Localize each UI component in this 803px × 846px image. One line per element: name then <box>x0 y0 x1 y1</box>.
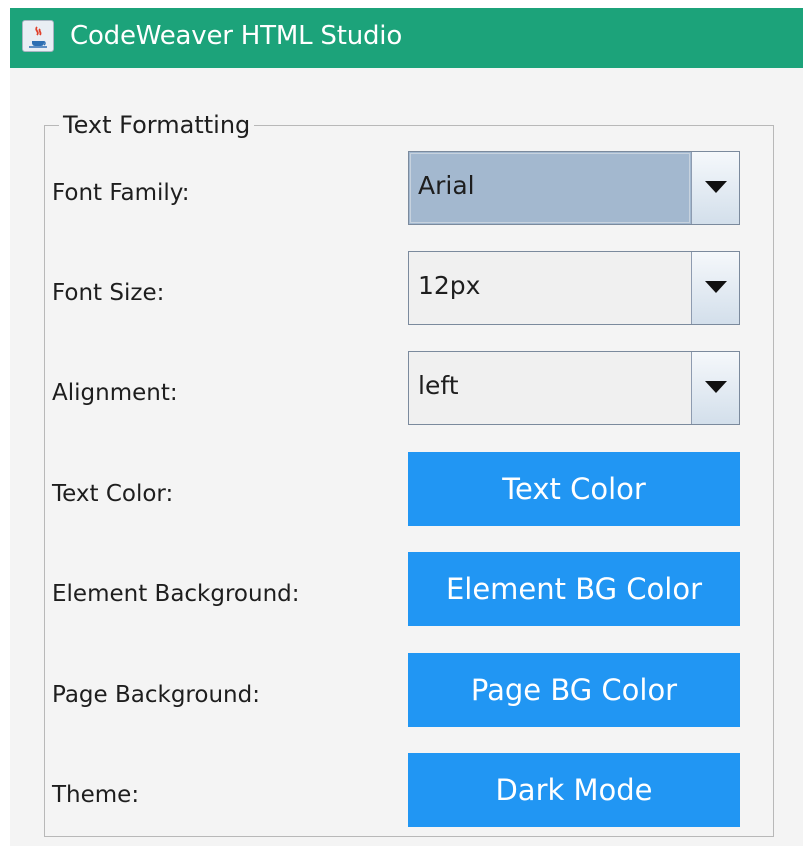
font-size-dropdown-button[interactable] <box>691 252 739 324</box>
font-family-value: Arial <box>418 171 475 200</box>
alignment-dropdown-button[interactable] <box>691 352 739 424</box>
java-coffee-icon[interactable] <box>22 20 54 52</box>
theme-label: Theme: <box>52 782 140 808</box>
window-title: CodeWeaver HTML Studio <box>70 21 403 51</box>
alignment-combo[interactable]: left <box>408 351 740 425</box>
chevron-down-icon <box>705 381 727 393</box>
font-family-combo[interactable]: Arial <box>408 151 740 225</box>
alignment-label: Alignment: <box>52 380 178 406</box>
chevron-down-icon <box>705 181 727 193</box>
alignment-value: left <box>418 371 459 400</box>
app-window: CodeWeaver HTML Studio Text Formatting F… <box>10 8 803 846</box>
element-bg-color-button[interactable]: Element BG Color <box>408 552 740 626</box>
text-color-button[interactable]: Text Color <box>408 452 740 526</box>
font-size-combo[interactable]: 12px <box>408 251 740 325</box>
title-bar[interactable]: CodeWeaver HTML Studio <box>10 8 803 68</box>
element-background-label: Element Background: <box>52 581 300 607</box>
font-size-label: Font Size: <box>52 280 165 306</box>
text-color-label: Text Color: <box>52 481 174 507</box>
group-legend: Text Formatting <box>59 112 255 138</box>
font-family-label: Font Family: <box>52 180 190 206</box>
font-family-dropdown-button[interactable] <box>691 152 739 224</box>
dark-mode-button[interactable]: Dark Mode <box>408 753 740 827</box>
chevron-down-icon <box>705 281 727 293</box>
page-bg-color-button[interactable]: Page BG Color <box>408 653 740 727</box>
font-size-value: 12px <box>418 271 481 300</box>
page-background-label: Page Background: <box>52 682 260 708</box>
